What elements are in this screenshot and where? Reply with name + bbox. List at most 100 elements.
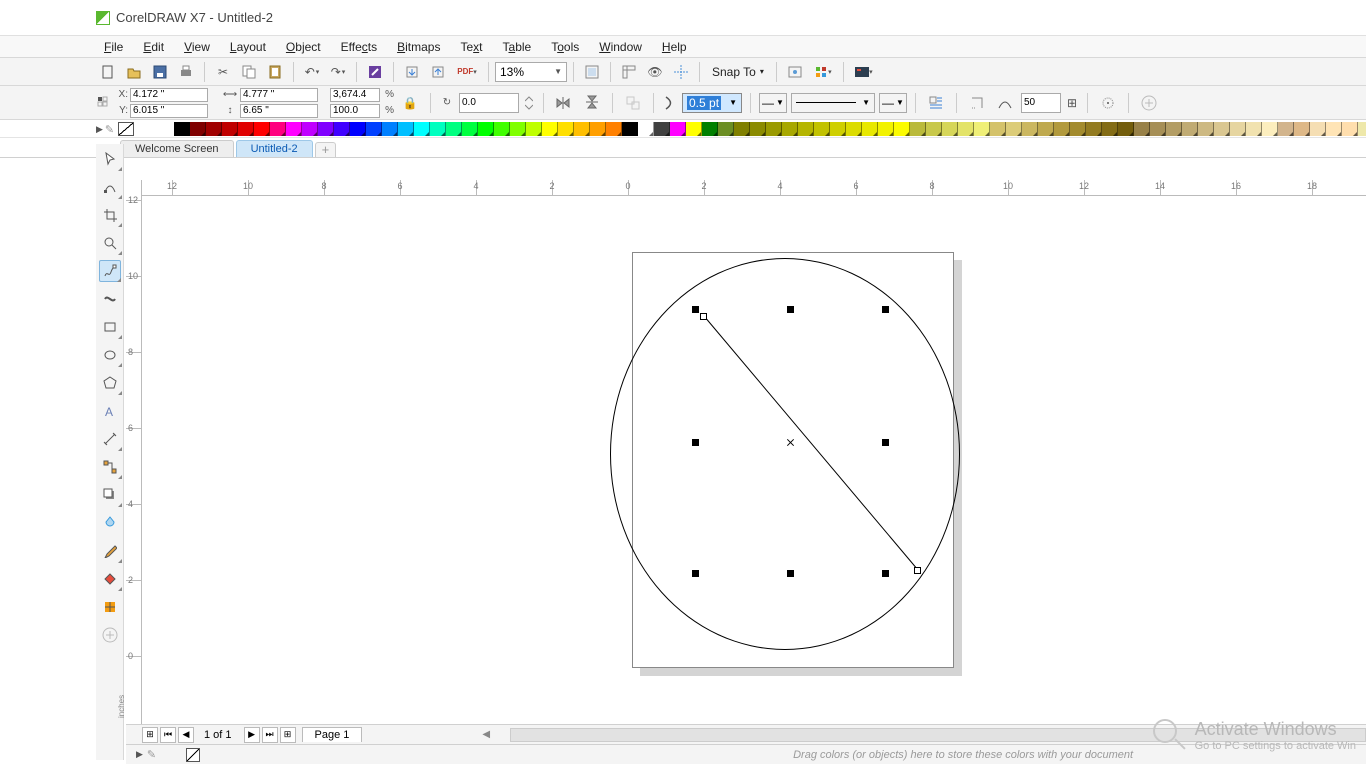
color-swatch[interactable] — [750, 122, 766, 136]
color-swatch[interactable] — [606, 122, 622, 136]
new-button[interactable] — [96, 61, 120, 83]
width-input[interactable]: 4.777 " — [240, 88, 318, 102]
quick-customize-button[interactable] — [1137, 92, 1161, 114]
selection-handle-bm[interactable] — [787, 570, 794, 577]
color-swatch[interactable] — [1246, 122, 1262, 136]
color-swatch[interactable] — [350, 122, 366, 136]
color-swatch[interactable] — [878, 122, 894, 136]
dock-palette-arrow[interactable]: ▶ — [136, 749, 143, 760]
menu-window[interactable]: Window — [591, 38, 650, 56]
tab-welcome-screen[interactable]: Welcome Screen — [120, 140, 234, 157]
color-swatch[interactable] — [526, 122, 542, 136]
text-tool[interactable]: A — [99, 400, 121, 422]
menu-effects[interactable]: Effects — [333, 38, 385, 56]
bounding-box-button[interactable] — [1096, 92, 1120, 114]
copy-button[interactable] — [237, 61, 261, 83]
color-swatch[interactable] — [974, 122, 990, 136]
cut-button[interactable]: ✂ — [211, 61, 235, 83]
color-swatch[interactable] — [702, 122, 718, 136]
menu-table[interactable]: Table — [495, 38, 540, 56]
selection-handle-tm[interactable] — [787, 306, 794, 313]
color-swatch[interactable] — [1326, 122, 1342, 136]
color-swatch[interactable] — [862, 122, 878, 136]
color-swatch[interactable] — [718, 122, 734, 136]
color-swatch[interactable] — [1070, 122, 1086, 136]
fullscreen-preview-button[interactable] — [580, 61, 604, 83]
color-swatch[interactable] — [670, 122, 686, 136]
color-swatch[interactable] — [334, 122, 350, 136]
horizontal-ruler[interactable]: 12108642024681012141618 — [142, 180, 1366, 196]
scale-y-input[interactable]: 100.0 — [330, 104, 380, 118]
color-swatch[interactable] — [1310, 122, 1326, 136]
parallel-dimension-tool[interactable] — [99, 428, 121, 450]
import-button[interactable] — [400, 61, 424, 83]
color-swatch[interactable] — [1166, 122, 1182, 136]
height-input[interactable]: 6.65 " — [240, 104, 318, 118]
color-swatch[interactable] — [462, 122, 478, 136]
redo-button[interactable]: ↷▾ — [326, 61, 350, 83]
color-swatch[interactable] — [1198, 122, 1214, 136]
color-swatch[interactable] — [1182, 122, 1198, 136]
rectangle-tool[interactable] — [99, 316, 121, 338]
show-grid-button[interactable]: 👁 — [643, 61, 667, 83]
add-page-after-button[interactable]: ⊞ — [280, 727, 296, 743]
menu-tools[interactable]: Tools — [543, 38, 587, 56]
color-swatch[interactable] — [1134, 122, 1150, 136]
color-swatch[interactable] — [510, 122, 526, 136]
color-swatch[interactable] — [686, 122, 702, 136]
color-swatch[interactable] — [1262, 122, 1278, 136]
menu-view[interactable]: View — [176, 38, 218, 56]
print-button[interactable] — [174, 61, 198, 83]
menu-object[interactable]: Object — [278, 38, 329, 56]
color-swatch[interactable] — [590, 122, 606, 136]
shape-tool[interactable] — [99, 176, 121, 198]
end-arrowhead-select[interactable]: —▼ — [879, 93, 907, 113]
quick-customize-toolbox[interactable] — [99, 624, 121, 646]
color-swatch[interactable] — [814, 122, 830, 136]
y-position-input[interactable]: 6.015 " — [130, 104, 208, 118]
drawing-canvas[interactable] — [142, 196, 1366, 724]
paste-button[interactable] — [263, 61, 287, 83]
color-swatch[interactable] — [1358, 122, 1366, 136]
color-swatch[interactable] — [926, 122, 942, 136]
search-content-button[interactable] — [363, 61, 387, 83]
color-swatch[interactable] — [894, 122, 910, 136]
add-page-button[interactable]: ⊞ — [142, 727, 158, 743]
color-swatch[interactable] — [990, 122, 1006, 136]
selection-handle-tl[interactable] — [692, 306, 699, 313]
color-swatch[interactable] — [782, 122, 798, 136]
color-swatch[interactable] — [1102, 122, 1118, 136]
color-swatch[interactable] — [286, 122, 302, 136]
palette-flyout-icon[interactable]: ✎ — [105, 123, 114, 136]
color-swatch[interactable] — [302, 122, 318, 136]
app-launcher-button[interactable]: ▾ — [809, 61, 837, 83]
color-swatch[interactable] — [366, 122, 382, 136]
connector-tool[interactable] — [99, 456, 121, 478]
color-swatch[interactable] — [958, 122, 974, 136]
close-curve-button[interactable] — [965, 92, 989, 114]
selection-handle-ml[interactable] — [692, 439, 699, 446]
color-swatch[interactable] — [1230, 122, 1246, 136]
menu-edit[interactable]: Edit — [135, 38, 172, 56]
menu-help[interactable]: Help — [654, 38, 695, 56]
rotation-input[interactable]: 0.0 — [459, 93, 519, 113]
show-rulers-button[interactable] — [617, 61, 641, 83]
color-swatch[interactable] — [1022, 122, 1038, 136]
color-swatch[interactable] — [1054, 122, 1070, 136]
pick-tool[interactable] — [99, 148, 121, 170]
show-guidelines-button[interactable] — [669, 61, 693, 83]
selection-handle-br[interactable] — [882, 570, 889, 577]
color-swatch[interactable] — [622, 122, 638, 136]
color-swatch[interactable] — [414, 122, 430, 136]
color-swatch[interactable] — [1214, 122, 1230, 136]
color-swatch[interactable] — [1086, 122, 1102, 136]
reduce-nodes-stepper[interactable]: ⊞ — [1065, 92, 1079, 114]
color-swatch[interactable] — [638, 122, 654, 136]
open-button[interactable] — [122, 61, 146, 83]
color-swatch[interactable] — [1294, 122, 1310, 136]
crop-tool[interactable] — [99, 204, 121, 226]
ellipse-tool[interactable] — [99, 344, 121, 366]
tab-untitled-2[interactable]: Untitled-2 — [236, 140, 313, 157]
color-swatch[interactable] — [206, 122, 222, 136]
color-swatch[interactable] — [318, 122, 334, 136]
